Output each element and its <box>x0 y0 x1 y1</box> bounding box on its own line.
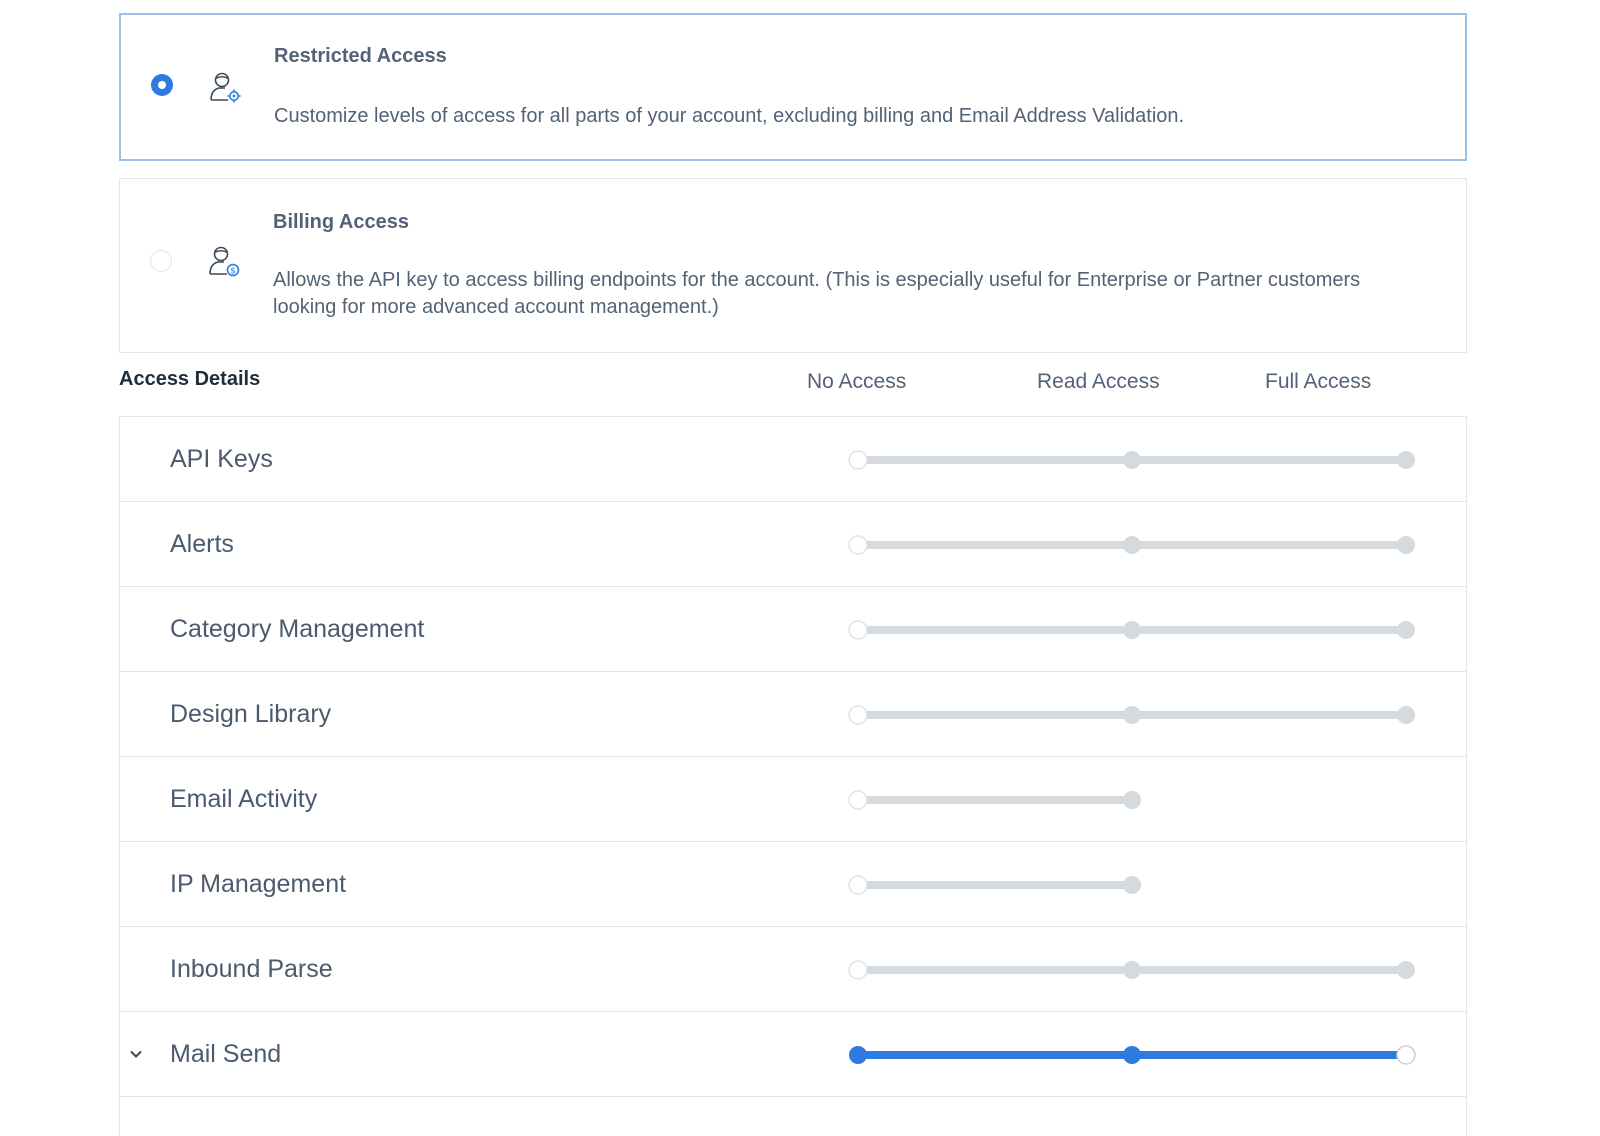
slider-stop <box>1123 791 1141 809</box>
user-gear-icon <box>210 72 241 103</box>
restricted-access-description: Customize levels of access for all parts… <box>274 105 1185 127</box>
slider-stop <box>1397 451 1415 469</box>
slider-handle <box>848 960 868 980</box>
access-level-slider[interactable] <box>847 449 1417 471</box>
slider-handle <box>848 450 868 470</box>
access-details-header: Access Details No Access Read Access Ful… <box>119 368 1467 398</box>
slider-stop <box>1397 961 1415 979</box>
row-label: Email Activity <box>170 785 318 813</box>
access-level-slider[interactable] <box>847 874 1417 896</box>
slider-handle <box>848 620 868 640</box>
access-level-slider[interactable] <box>847 959 1417 981</box>
table-row: Alerts <box>120 502 1466 587</box>
slider-handle <box>848 790 868 810</box>
slider-handle <box>1396 1045 1416 1065</box>
restricted-access-option[interactable]: Restricted Access Customize levels of ac… <box>119 13 1467 161</box>
billing-access-radio[interactable] <box>150 250 172 272</box>
column-no-access: No Access <box>807 370 907 393</box>
table-row: API Keys <box>120 417 1466 502</box>
table-row: Design Library <box>120 672 1466 757</box>
slider-stop <box>1397 706 1415 724</box>
chevron-down-icon[interactable] <box>128 1046 144 1062</box>
user-dollar-icon: $ <box>209 246 240 277</box>
slider-stop <box>1397 536 1415 554</box>
slider-stop <box>1123 536 1141 554</box>
access-details-table: API Keys Alerts Category Management Design … <box>119 416 1467 1136</box>
billing-access-description: Allows the API key to access billing end… <box>273 269 1361 318</box>
restricted-access-radio[interactable] <box>151 74 173 96</box>
slider-stop <box>849 1046 867 1064</box>
access-level-slider[interactable] <box>847 1044 1417 1066</box>
slider-stop <box>1123 876 1141 894</box>
row-label: Category Management <box>170 615 425 643</box>
slider-stop <box>1123 451 1141 469</box>
svg-text:$: $ <box>230 267 236 277</box>
slider-stop <box>1123 706 1141 724</box>
slider-handle <box>848 875 868 895</box>
table-row: Inbound Parse <box>120 927 1466 1012</box>
row-label: Design Library <box>170 700 332 728</box>
table-row: Category Management <box>120 587 1466 672</box>
column-full-access: Full Access <box>1265 370 1372 393</box>
access-level-slider[interactable] <box>847 789 1417 811</box>
slider-handle <box>848 535 868 555</box>
row-label: Mail Send <box>170 1040 282 1068</box>
billing-access-option[interactable]: $ Billing Access Allows the API key to a… <box>119 178 1467 353</box>
access-level-slider[interactable] <box>847 619 1417 641</box>
row-label: Alerts <box>170 530 234 558</box>
row-label: API Keys <box>170 445 273 473</box>
slider-stop <box>1397 621 1415 639</box>
access-level-slider[interactable] <box>847 534 1417 556</box>
restricted-access-title: Restricted Access <box>274 45 447 67</box>
slider-stop <box>1123 961 1141 979</box>
access-level-slider[interactable] <box>847 704 1417 726</box>
slider-stop <box>1123 621 1141 639</box>
column-read-access: Read Access <box>1037 370 1160 393</box>
slider-handle <box>848 705 868 725</box>
row-label: Inbound Parse <box>170 955 333 983</box>
row-label: IP Management <box>170 870 347 898</box>
billing-access-title: Billing Access <box>273 211 409 233</box>
slider-stop <box>1123 1046 1141 1064</box>
access-details-title: Access Details <box>119 368 261 390</box>
table-row: IP Management <box>120 842 1466 927</box>
table-row: Mail Send <box>120 1012 1466 1097</box>
table-row: Email Activity <box>120 757 1466 842</box>
